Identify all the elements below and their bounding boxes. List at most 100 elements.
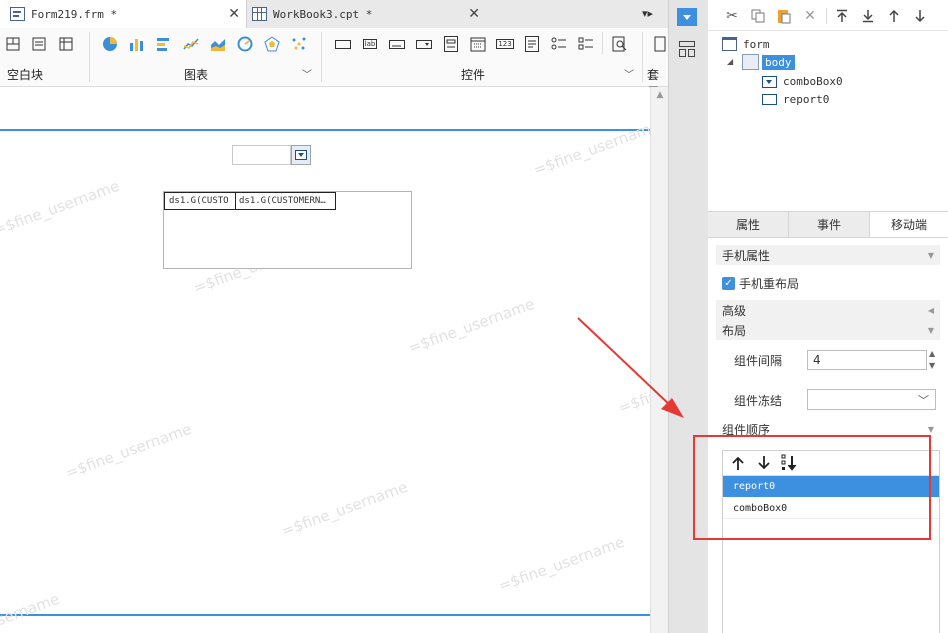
expand-icon: ◀ — [927, 305, 934, 315]
spinner-down-icon[interactable]: ▼ — [929, 361, 935, 370]
document-tab-bar: Form219.frm * ✕ WorkBook3.cpt * ✕ ▾▸ — [0, 0, 668, 29]
tab-properties[interactable]: 属性 — [708, 212, 789, 237]
nest-widget-icon[interactable] — [652, 34, 666, 54]
copy-icon[interactable] — [749, 7, 767, 25]
button-widget-icon[interactable] — [333, 34, 353, 54]
date-widget-icon[interactable] — [468, 34, 488, 54]
scatter-chart-icon[interactable] — [289, 34, 309, 54]
watermark: =$fine_username — [278, 477, 410, 541]
widget-group-expand-icon[interactable]: ﹀ — [624, 66, 634, 81]
move-to-bottom-icon[interactable] — [859, 7, 877, 25]
layout-table-icon[interactable] — [56, 34, 76, 54]
tree-node-body[interactable]: body — [742, 54, 795, 70]
tab-mobile[interactable]: 移动端 — [870, 212, 948, 237]
freeze-select[interactable]: ﹀ — [807, 389, 936, 410]
pie-chart-icon[interactable] — [100, 34, 120, 54]
ribbon-group-widget-label: 控件 — [461, 68, 486, 82]
tab-workbook3[interactable]: WorkBook3.cpt * ✕ — [246, 0, 486, 28]
section-layout[interactable]: 布局 ▼ — [716, 320, 940, 340]
section-title: 布局 — [722, 323, 747, 338]
tab-label: Form219.frm * — [31, 7, 118, 21]
layout-grid-icon[interactable] — [3, 34, 23, 54]
delete-icon[interactable]: ✕ — [801, 7, 819, 25]
search-widget-icon[interactable] — [610, 34, 630, 54]
tree-node-form[interactable]: form — [722, 37, 770, 51]
watermark: =$fine_username — [615, 354, 650, 418]
paste-icon[interactable] — [775, 7, 793, 25]
combobox-icon — [762, 75, 777, 88]
collapse-icon: ▼ — [927, 325, 934, 335]
text-field-widget-icon[interactable] — [387, 34, 407, 54]
move-up-icon[interactable] — [885, 7, 903, 25]
freeze-label: 组件冻结 — [734, 394, 783, 408]
annotation-highlight-box — [693, 435, 931, 540]
bar-chart-icon[interactable] — [127, 34, 147, 54]
watermark: =$fine_username — [0, 589, 62, 633]
tree-node-report[interactable]: report0 — [762, 93, 829, 106]
chart-group-expand-icon[interactable]: ﹀ — [302, 66, 312, 81]
collapse-icon: ▼ — [927, 250, 934, 260]
tree-node-label: report0 — [783, 93, 830, 106]
radar-chart-icon[interactable] — [262, 34, 282, 54]
textarea-widget-icon[interactable] — [522, 34, 542, 54]
canvas-vertical-scrollbar[interactable]: ▲ — [650, 87, 669, 633]
tree-expand-icon[interactable]: ◢ — [727, 57, 733, 66]
ribbon-separator — [642, 32, 643, 82]
spacing-spinner-input[interactable]: 4 — [807, 350, 927, 370]
ribbon-group-blank-label: 空白块 — [7, 68, 44, 82]
watermark: =$fine_username — [405, 294, 537, 358]
widget-ribbon: 空白块 图表 ﹀ lab 123 控件 ﹀ 套用 — [0, 28, 668, 99]
combobox-widget-icon[interactable] — [414, 34, 434, 54]
tab-list-dropdown-icon[interactable]: ▾▸ — [642, 7, 656, 21]
relayout-checkbox-row[interactable]: ✓ 手机重布局 — [722, 275, 799, 292]
chevron-down-icon: ﹀ — [918, 394, 929, 407]
ribbon-group-chart-label: 图表 — [184, 68, 209, 82]
tab-events[interactable]: 事件 — [789, 212, 870, 237]
report-cell[interactable]: ds1.G(CUSTOMERN… — [235, 192, 336, 210]
tree-node-label: comboBox0 — [783, 75, 843, 88]
checkbox-checked-icon[interactable]: ✓ — [722, 277, 735, 290]
section-phone-properties[interactable]: 手机属性 ▼ — [716, 245, 940, 265]
scroll-up-icon[interactable]: ▲ — [651, 90, 669, 100]
workbook-file-icon — [252, 7, 267, 21]
label-widget-icon[interactable]: lab — [360, 34, 380, 54]
tab-label: WorkBook3.cpt * — [273, 7, 373, 21]
move-down-icon[interactable] — [911, 7, 929, 25]
layout-rows-icon[interactable] — [29, 34, 49, 54]
radio-group-widget-icon[interactable] — [549, 34, 569, 54]
listbox-widget-icon[interactable] — [441, 34, 461, 54]
line-chart-icon[interactable] — [181, 34, 201, 54]
horizontal-bar-chart-icon[interactable] — [154, 34, 174, 54]
form-design-canvas[interactable]: =$fine_username =$fine_username =$fine_u… — [0, 87, 650, 633]
relayout-checkbox-label: 手机重布局 — [739, 277, 800, 291]
combobox-dropdown-icon[interactable] — [291, 145, 311, 165]
ribbon-separator — [89, 32, 90, 82]
number-widget-icon[interactable]: 123 — [495, 34, 515, 54]
tree-node-label: form — [743, 37, 770, 51]
watermark: =$fine_username — [495, 532, 627, 596]
collapse-icon: ▼ — [927, 424, 934, 434]
close-tab-icon[interactable]: ✕ — [228, 6, 240, 22]
tree-node-label: body — [762, 54, 795, 70]
spinner-up-icon[interactable]: ▲ — [929, 349, 935, 358]
canvas-top-boundary — [0, 129, 650, 131]
combobox-widget[interactable] — [232, 145, 291, 165]
report-cell[interactable]: ds1.G(CUSTO — [164, 192, 236, 210]
tab-form219[interactable]: Form219.frm * ✕ — [0, 0, 247, 28]
area-chart-icon[interactable] — [208, 34, 228, 54]
section-title: 高级 — [722, 303, 747, 318]
close-tab-icon[interactable]: ✕ — [468, 6, 480, 22]
watermark: =$fine_username — [530, 116, 650, 180]
cut-icon[interactable]: ✂ — [723, 7, 741, 25]
move-to-top-icon[interactable] — [833, 7, 851, 25]
report-widget[interactable]: ds1.G(CUSTO ds1.G(CUSTOMERN… — [163, 191, 412, 269]
report-icon — [762, 94, 777, 105]
tree-node-combobox[interactable]: comboBox0 — [762, 75, 843, 88]
checkbox-group-widget-icon[interactable] — [576, 34, 596, 54]
ribbon-separator — [321, 32, 322, 82]
section-title: 手机属性 — [722, 248, 771, 263]
component-library-panel-icon[interactable] — [678, 40, 696, 58]
widget-settings-panel-icon[interactable] — [677, 8, 697, 26]
section-advanced[interactable]: 高级 ◀ — [716, 300, 940, 320]
gauge-chart-icon[interactable] — [235, 34, 255, 54]
